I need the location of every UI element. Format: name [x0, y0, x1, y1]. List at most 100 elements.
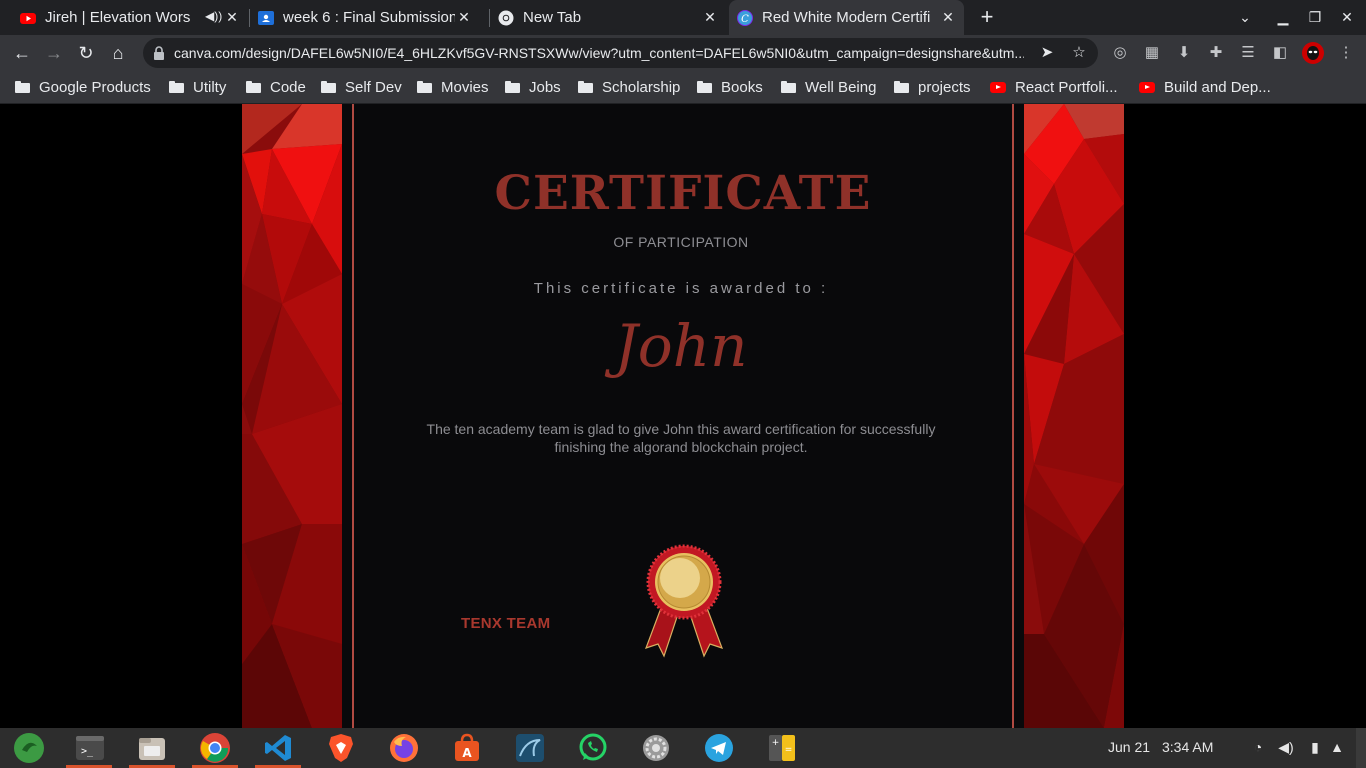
svg-text:C: C	[741, 14, 749, 25]
bookmark-folder[interactable]: Movies	[417, 77, 489, 97]
vscode-icon[interactable]	[262, 732, 294, 764]
reload-icon[interactable]: ↻	[75, 42, 97, 64]
settings-icon[interactable]	[640, 732, 672, 764]
folder-icon	[697, 81, 712, 93]
clock-date[interactable]: Jun 21	[1108, 739, 1150, 755]
tab-title: week 6 : Final Submission	[283, 9, 455, 26]
bookmark-star-icon[interactable]: ☆	[1070, 44, 1088, 62]
side-panel-icon[interactable]: ◧	[1270, 43, 1290, 63]
close-tab-icon[interactable]: ✕	[940, 9, 956, 25]
terminal-icon[interactable]: >_	[74, 732, 106, 764]
svg-text:=: =	[785, 745, 793, 755]
tab-title: New Tab	[523, 9, 582, 26]
address-bar[interactable]: canva.com/design/DAFEL6w5NI0/E4_6HLZKvf5…	[143, 38, 1098, 68]
audio-playing-icon[interactable]: ◀))	[205, 9, 222, 23]
files-icon[interactable]	[136, 732, 168, 764]
folder-icon	[505, 81, 520, 93]
folder-icon	[246, 81, 261, 93]
bookmark-label: Movies	[441, 78, 489, 96]
folder-icon	[169, 81, 184, 93]
restore-icon[interactable]: ❐	[1305, 8, 1325, 26]
telegram-icon[interactable]	[703, 732, 735, 764]
qr-code-icon[interactable]: ▦	[1142, 43, 1162, 63]
recipient-name: John	[614, 312, 748, 380]
tab-canva-active[interactable]: C Red White Modern Certifi ✕	[729, 0, 964, 35]
forward-arrow-icon[interactable]: →	[43, 42, 65, 64]
bookmark-folder[interactable]: projects	[894, 77, 971, 97]
bookmark-folder[interactable]: Well Being	[781, 77, 876, 97]
bookmark-label: Books	[721, 78, 763, 96]
google-classroom-icon	[258, 10, 274, 25]
media-controls-icon[interactable]: ☰	[1238, 43, 1258, 63]
bookmark-folder[interactable]: Jobs	[505, 77, 561, 97]
bookmark-folder[interactable]: Utilty	[169, 77, 226, 97]
battery-icon[interactable]: ▮	[1306, 738, 1324, 756]
firefox-icon[interactable]	[388, 732, 420, 764]
extensions-puzzle-icon[interactable]: ✚	[1206, 43, 1226, 63]
chrome-icon	[498, 10, 514, 25]
lock-icon[interactable]	[153, 46, 165, 60]
page-viewport: CERTIFICATE OF PARTICIPATION This certif…	[0, 104, 1366, 728]
wifi-icon[interactable]: ◔	[1249, 738, 1267, 756]
bookmark-youtube[interactable]: Build and Dep...	[1139, 77, 1271, 97]
close-tab-icon[interactable]: ✕	[224, 9, 240, 25]
close-window-icon[interactable]: ✕	[1337, 8, 1357, 26]
tab-title: Jireh | Elevation Wors	[45, 9, 191, 26]
tray-expand-icon[interactable]: ▲	[1328, 738, 1346, 756]
clock-time[interactable]: 3:34 AM	[1162, 739, 1213, 755]
svg-text:A: A	[462, 746, 472, 760]
bookmarks-bar: Google Products Utilty Code Self Dev Mov…	[0, 71, 1366, 104]
youtube-icon	[990, 81, 1006, 93]
certificate-subtitle: OF PARTICIPATION	[613, 234, 749, 250]
team-signature: TENX TEAM	[461, 615, 551, 632]
profile-avatar[interactable]	[1302, 42, 1324, 64]
close-tab-icon[interactable]: ✕	[456, 9, 472, 25]
bookmark-label: Well Being	[805, 78, 877, 96]
bookmark-folder[interactable]: Self Dev	[321, 77, 402, 97]
youtube-icon	[20, 12, 36, 24]
mysql-workbench-icon[interactable]	[514, 732, 546, 764]
youtube-icon	[1139, 81, 1155, 93]
os-taskbar: >_ A + = Jun 21 3:34 AM ◔ ◀) ▮ ▲	[0, 728, 1366, 768]
bookmark-folder[interactable]: Scholarship	[578, 77, 680, 97]
folder-icon	[578, 81, 593, 93]
folder-icon	[894, 81, 909, 93]
tab-strip: Jireh | Elevation Wors ◀)) ✕ week 6 : Fi…	[0, 0, 1366, 35]
share-icon[interactable]: ➤	[1038, 44, 1056, 62]
tab-separator	[489, 9, 490, 27]
tab-new-tab[interactable]: New Tab ✕	[498, 0, 726, 35]
svg-text:+: +	[772, 738, 780, 748]
software-center-icon[interactable]: A	[451, 732, 483, 764]
brave-icon[interactable]	[325, 732, 357, 764]
menu-kebab-icon[interactable]: ⋮	[1336, 43, 1356, 63]
whatsapp-icon[interactable]	[577, 732, 609, 764]
canva-icon: C	[737, 9, 753, 26]
show-desktop-button[interactable]	[1356, 728, 1366, 768]
profile-mask-icon	[1307, 46, 1319, 60]
tab-youtube[interactable]: Jireh | Elevation Wors ◀)) ✕	[20, 0, 248, 35]
home-icon[interactable]: ⌂	[107, 42, 129, 64]
bookmark-folder[interactable]: Google Products	[15, 77, 151, 97]
close-tab-icon[interactable]: ✕	[702, 9, 718, 25]
budgie-menu-icon[interactable]	[13, 732, 45, 764]
bookmark-youtube[interactable]: React Portfoli...	[990, 77, 1118, 97]
bookmark-folder[interactable]: Code	[246, 77, 306, 97]
back-arrow-icon[interactable]: ←	[11, 42, 33, 64]
chrome-icon[interactable]	[199, 732, 231, 764]
tab-search-chevron-icon[interactable]: ⌄	[1235, 8, 1255, 26]
extension-glasses-icon[interactable]: ◎	[1110, 43, 1130, 63]
minimize-icon[interactable]: ▁	[1273, 8, 1293, 26]
certificate-body-text: The ten academy team is glad to give Joh…	[426, 421, 936, 455]
bookmark-label: Scholarship	[602, 78, 681, 96]
bookmark-folder[interactable]: Books	[697, 77, 763, 97]
bookmark-label: Self Dev	[345, 78, 402, 96]
new-tab-plus-icon[interactable]: +	[977, 6, 997, 28]
tab-classroom[interactable]: week 6 : Final Submission ✕	[258, 0, 480, 35]
folder-icon	[781, 81, 796, 93]
download-icon[interactable]: ⬇	[1174, 43, 1194, 63]
url-text: canva.com/design/DAFEL6w5NI0/E4_6HLZKvf5…	[174, 45, 1024, 61]
volume-icon[interactable]: ◀)	[1277, 738, 1295, 756]
calculator-icon[interactable]: +=	[766, 732, 798, 764]
bookmark-label: Utilty	[193, 78, 227, 96]
folder-icon	[417, 81, 432, 93]
